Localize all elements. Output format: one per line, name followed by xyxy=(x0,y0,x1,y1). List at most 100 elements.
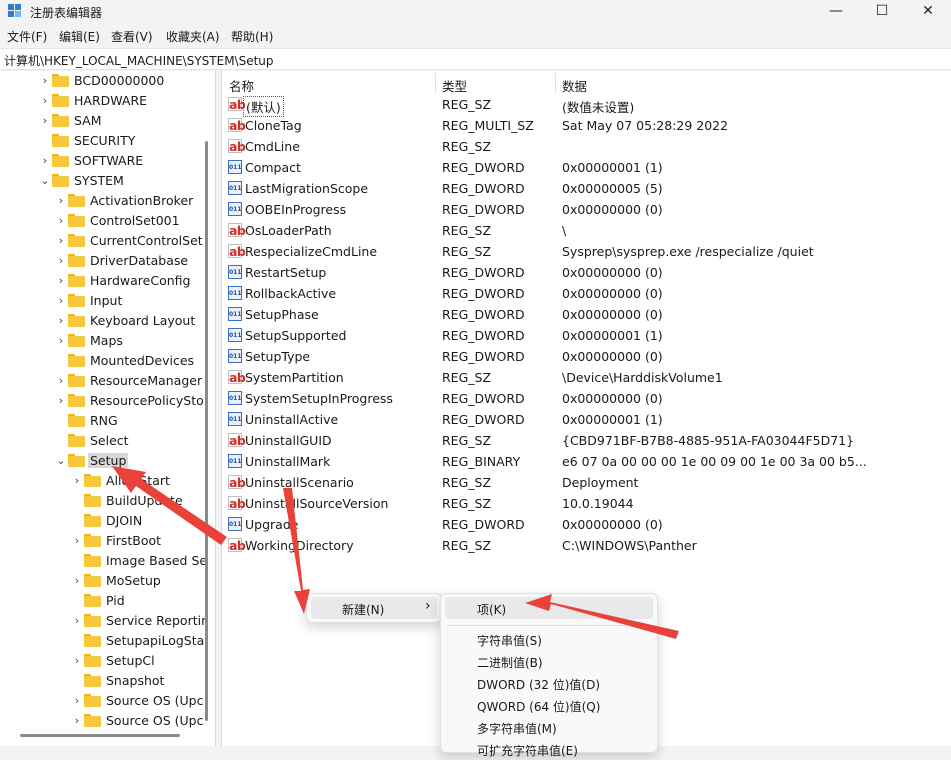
chevron-right-icon[interactable] xyxy=(72,674,82,688)
chevron-right-icon[interactable]: › xyxy=(56,234,66,248)
chevron-right-icon[interactable] xyxy=(72,554,82,568)
chevron-down-icon[interactable]: ⌄ xyxy=(56,454,66,468)
chevron-right-icon[interactable]: › xyxy=(72,474,82,488)
tree-node[interactable]: › BCD00000000 xyxy=(40,71,215,91)
chevron-right-icon[interactable]: › xyxy=(40,94,50,108)
submenu-item-key[interactable]: 项(K) xyxy=(445,597,653,619)
key-tree-pane[interactable]: › BCD00000000 › HARDWARE › SAM SECURITY › SOFTWA… xyxy=(0,71,216,746)
chevron-right-icon[interactable]: › xyxy=(40,74,50,88)
chevron-right-icon[interactable] xyxy=(40,134,50,148)
chevron-right-icon[interactable]: › xyxy=(56,374,66,388)
menu-help[interactable]: 帮助(H) xyxy=(231,28,273,45)
value-row[interactable]: ab UninstallScenario REG_SZ Deployment xyxy=(222,473,951,494)
chevron-right-icon[interactable]: › xyxy=(56,314,66,328)
tree-node[interactable]: BuildUpdate xyxy=(72,491,215,511)
chevron-right-icon[interactable]: › xyxy=(56,274,66,288)
chevron-right-icon[interactable] xyxy=(56,354,66,368)
column-header-data[interactable]: 数据 xyxy=(562,76,587,95)
tree-node[interactable]: › Service Reportin xyxy=(72,611,215,631)
submenu-item-qword-value[interactable]: QWORD (64 位)值(Q) xyxy=(445,694,653,716)
column-divider[interactable] xyxy=(435,73,436,93)
tree-node[interactable]: › Source OS (Upc xyxy=(72,711,215,731)
chevron-right-icon[interactable] xyxy=(72,634,82,648)
tree-node[interactable]: Select xyxy=(56,431,215,451)
submenu-item-expandable-string-value[interactable]: 可扩充字符串值(E) xyxy=(445,738,653,760)
tree-node[interactable]: Image Based Se xyxy=(72,551,215,571)
chevron-right-icon[interactable]: › xyxy=(56,214,66,228)
tree-node[interactable]: › HardwareConfig xyxy=(56,271,215,291)
tree-node[interactable]: › ControlSet001 xyxy=(56,211,215,231)
chevron-right-icon[interactable]: › xyxy=(56,334,66,348)
value-row[interactable]: 011 SetupType REG_DWORD 0x00000000 (0) xyxy=(222,347,951,368)
tree-node[interactable]: ⌄ Setup xyxy=(56,451,215,471)
chevron-right-icon[interactable]: › xyxy=(56,294,66,308)
maximize-button[interactable]: ☐ xyxy=(859,0,905,24)
submenu-item-dword-value[interactable]: DWORD (32 位)值(D) xyxy=(445,672,653,694)
chevron-right-icon[interactable]: › xyxy=(72,534,82,548)
value-row[interactable]: ab OsLoaderPath REG_SZ \ xyxy=(222,221,951,242)
value-row[interactable]: ab CloneTag REG_MULTI_SZ Sat May 07 05:28:2… xyxy=(222,116,951,137)
column-divider[interactable] xyxy=(555,73,556,93)
chevron-right-icon[interactable]: › xyxy=(40,114,50,128)
tree-node[interactable]: MountedDevices xyxy=(56,351,215,371)
tree-node[interactable]: › Source OS (Upc xyxy=(72,691,215,711)
value-row[interactable]: ab WorkingDirectory REG_SZ C:\WINDOWS\Panth… xyxy=(222,536,951,557)
value-row[interactable]: ab SystemPartition REG_SZ \Device\HarddiskV… xyxy=(222,368,951,389)
submenu-item-multi-string-value[interactable]: 多字符串值(M) xyxy=(445,716,653,738)
value-row[interactable]: ab (默认) REG_SZ (数值未设置) xyxy=(222,95,951,117)
tree-node[interactable]: › ResourceManager xyxy=(56,371,215,391)
chevron-right-icon[interactable] xyxy=(56,414,66,428)
tree-node[interactable]: SetupapiLogSta xyxy=(72,631,215,651)
chevron-down-icon[interactable]: ⌄ xyxy=(40,174,50,188)
value-row[interactable]: 011 RestartSetup REG_DWORD 0x00000000 (0) xyxy=(222,263,951,284)
tree-node[interactable]: Snapshot xyxy=(72,671,215,691)
tree-vertical-scrollbar[interactable] xyxy=(205,141,208,721)
column-header-type[interactable]: 类型 xyxy=(442,76,467,95)
tree-node[interactable]: ⌄ SYSTEM xyxy=(40,171,215,191)
tree-node[interactable]: › CurrentControlSet xyxy=(56,231,215,251)
tree-node[interactable]: SECURITY xyxy=(40,131,215,151)
chevron-right-icon[interactable] xyxy=(72,514,82,528)
menu-favorites[interactable]: 收藏夹(A) xyxy=(166,28,220,45)
tree-node[interactable]: › HARDWARE xyxy=(40,91,215,111)
value-row[interactable]: 011 SystemSetupInProgress REG_DWORD 0x00000… xyxy=(222,389,951,410)
value-row[interactable]: 011 UninstallMark REG_BINARY e6 07 0a 00 00… xyxy=(222,452,951,473)
tree-node[interactable]: DJOIN xyxy=(72,511,215,531)
chevron-right-icon[interactable]: › xyxy=(72,654,82,668)
menu-view[interactable]: 查看(V) xyxy=(111,28,153,45)
submenu-item-binary-value[interactable]: 二进制值(B) xyxy=(445,650,653,672)
tree-node[interactable]: › SetupCl xyxy=(72,651,215,671)
value-row[interactable]: ab CmdLine REG_SZ xyxy=(222,137,951,158)
value-row[interactable]: 011 RollbackActive REG_DWORD 0x00000000 (0) xyxy=(222,284,951,305)
tree-node[interactable]: › AllowStart xyxy=(72,471,215,491)
chevron-right-icon[interactable] xyxy=(56,434,66,448)
chevron-right-icon[interactable]: › xyxy=(56,254,66,268)
submenu-item-string-value[interactable]: 字符串值(S) xyxy=(445,628,653,650)
value-row[interactable]: 011 UninstallActive REG_DWORD 0x00000001 (1… xyxy=(222,410,951,431)
tree-node[interactable]: › Keyboard Layout xyxy=(56,311,215,331)
chevron-right-icon[interactable]: › xyxy=(56,394,66,408)
tree-node[interactable]: RNG xyxy=(56,411,215,431)
value-row[interactable]: ab UninstallGUID REG_SZ {CBD971BF-B7B8-4885… xyxy=(222,431,951,452)
minimize-button[interactable]: — xyxy=(813,0,859,24)
column-header-name[interactable]: 名称 xyxy=(229,76,254,95)
close-button[interactable]: ✕ xyxy=(905,0,951,24)
menu-file[interactable]: 文件(F) xyxy=(7,28,47,45)
context-menu-new[interactable]: 新建(N) › xyxy=(311,597,437,619)
value-row[interactable]: ab RespecializeCmdLine REG_SZ Sysprep\syspr… xyxy=(222,242,951,263)
value-row[interactable]: 011 OOBEInProgress REG_DWORD 0x00000000 (0) xyxy=(222,200,951,221)
chevron-right-icon[interactable] xyxy=(72,594,82,608)
value-row[interactable]: 011 Compact REG_DWORD 0x00000001 (1) xyxy=(222,158,951,179)
chevron-right-icon[interactable]: › xyxy=(72,614,82,628)
chevron-right-icon[interactable]: › xyxy=(72,694,82,708)
address-bar[interactable]: 计算机\HKEY_LOCAL_MACHINE\SYSTEM\Setup xyxy=(0,48,951,70)
value-row[interactable]: ab UninstallSourceVersion REG_SZ 10.0.19044 xyxy=(222,494,951,515)
value-row[interactable]: 011 SetupSupported REG_DWORD 0x00000001 (1) xyxy=(222,326,951,347)
tree-node[interactable]: › FirstBoot xyxy=(72,531,215,551)
menu-edit[interactable]: 编辑(E) xyxy=(59,28,100,45)
tree-node[interactable]: › ActivationBroker xyxy=(56,191,215,211)
tree-horizontal-scrollbar[interactable] xyxy=(20,734,180,737)
tree-node[interactable]: › Maps xyxy=(56,331,215,351)
value-row[interactable]: 011 Upgrade REG_DWORD 0x00000000 (0) xyxy=(222,515,951,536)
chevron-right-icon[interactable]: › xyxy=(72,574,82,588)
